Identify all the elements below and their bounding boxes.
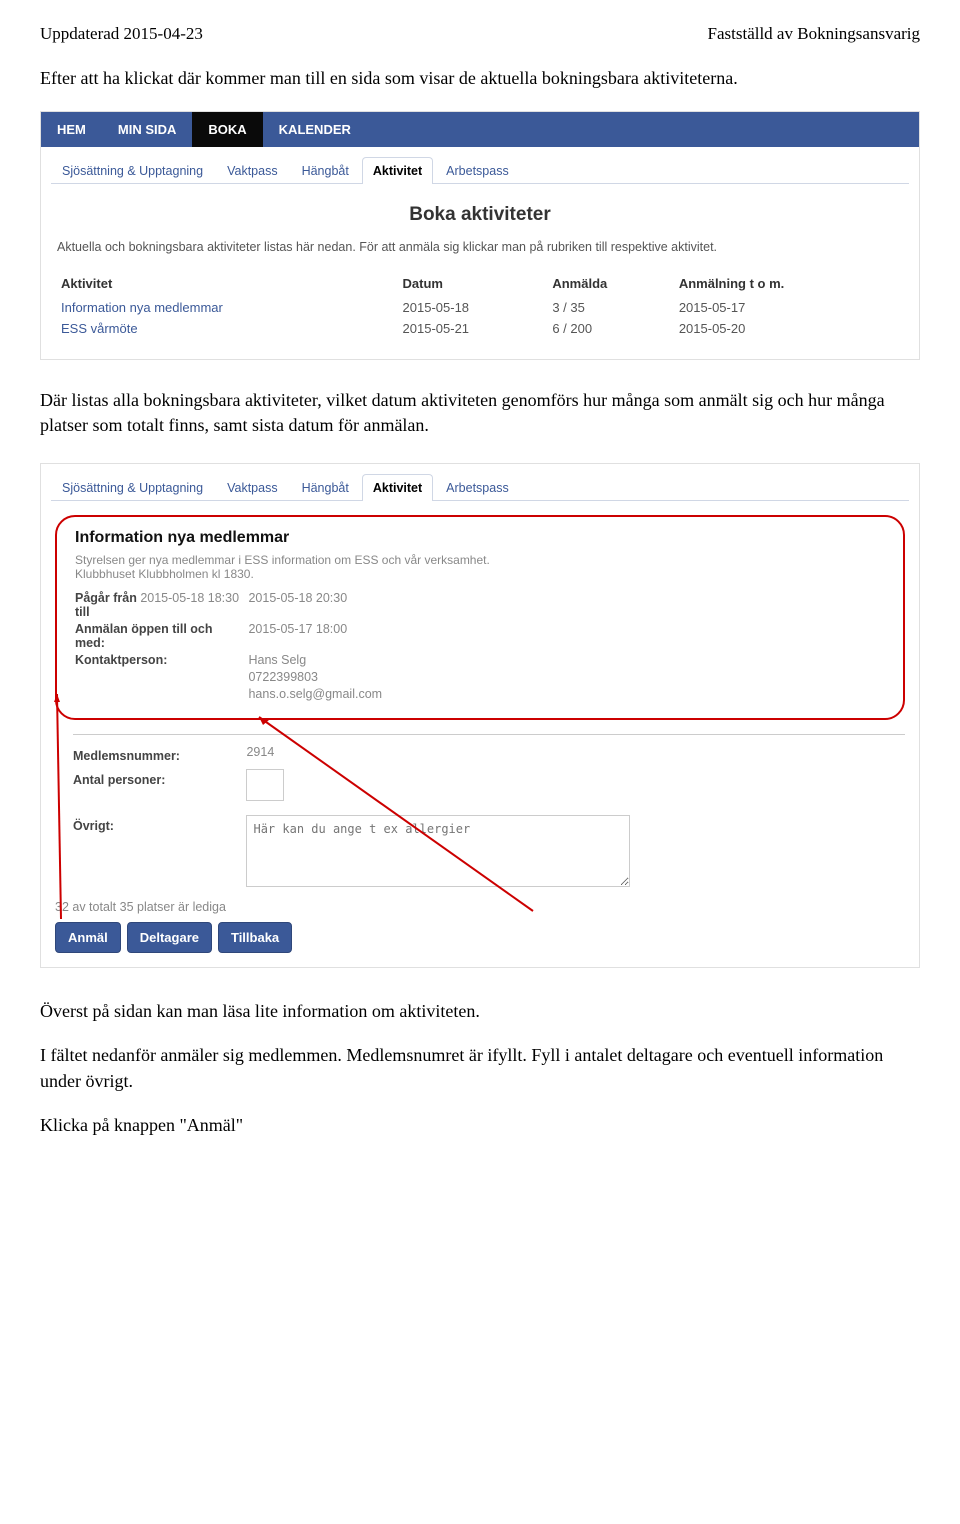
col-aktivitet: Aktivitet	[57, 270, 399, 297]
nav-book[interactable]: BOKA	[192, 112, 262, 147]
other-label: Övrigt:	[73, 815, 243, 833]
doc-updated: Uppdaterad 2015-04-23	[40, 24, 203, 44]
col-anmalning: Anmälning t o m.	[675, 270, 903, 297]
tab-vaktpass[interactable]: Vaktpass	[216, 474, 289, 501]
activity-desc: Styrelsen ger nya medlemmar i ESS inform…	[75, 553, 885, 581]
bottom-line1: Överst på sidan kan man läsa lite inform…	[40, 998, 920, 1024]
activity-table: Aktivitet Datum Anmälda Anmälning t o m.…	[57, 270, 903, 339]
cell-deadline: 2015-05-20	[675, 318, 903, 339]
mid-paragraph: Där listas alla bokningsbara aktiviteter…	[40, 388, 920, 438]
contact-email: hans.o.selg@gmail.com	[248, 687, 382, 701]
doc-right-header: Fastställd av Bokningsansvarig	[708, 24, 920, 44]
tab-arbetspass[interactable]: Arbetspass	[435, 157, 520, 184]
table-row: Information nya medlemmar 2015-05-18 3 /…	[57, 297, 903, 318]
signup-form: Medlemsnummer: 2914 Antal personer: Övri…	[73, 734, 905, 890]
contact-name: Hans Selg	[248, 653, 306, 667]
col-datum: Datum	[399, 270, 549, 297]
open-until-label: Anmälan öppen till och med:	[75, 622, 245, 650]
activity-detail-panel: Sjösättning & Upptagning Vaktpass Hängbå…	[40, 463, 920, 968]
cell-signed: 6 / 200	[548, 318, 674, 339]
persons-label: Antal personer:	[73, 769, 243, 787]
panel-title: Boka aktiviteter	[57, 204, 903, 226]
divider	[73, 734, 905, 735]
tab-arbetspass[interactable]: Arbetspass	[435, 474, 520, 501]
intro-paragraph: Efter att ha klickat där kommer man till…	[40, 66, 920, 91]
cell-deadline: 2015-05-17	[675, 297, 903, 318]
tab-sjoesattning[interactable]: Sjösättning & Upptagning	[51, 474, 214, 501]
col-anmalda: Anmälda	[548, 270, 674, 297]
panel-desc: Aktuella och bokningsbara aktiviteter li…	[57, 240, 903, 254]
sub-tabs-2: Sjösättning & Upptagning Vaktpass Hängbå…	[51, 474, 909, 501]
cell-date: 2015-05-21	[399, 318, 549, 339]
participants-button[interactable]: Deltagare	[127, 922, 212, 953]
bottom-line2: I fältet nedanför anmäler sig medlemmen.…	[40, 1042, 920, 1094]
other-textarea[interactable]	[246, 815, 630, 887]
open-until-value: 2015-05-17 18:00	[248, 622, 347, 636]
member-number-label: Medlemsnummer:	[73, 745, 243, 763]
tab-aktivitet[interactable]: Aktivitet	[362, 474, 433, 501]
persons-input[interactable]	[246, 769, 284, 801]
tab-vaktpass[interactable]: Vaktpass	[216, 157, 289, 184]
back-button[interactable]: Tillbaka	[218, 922, 292, 953]
nav-my-page[interactable]: MIN SIDA	[102, 112, 193, 147]
kv-row-label: Pågår från 2015-05-18 18:30 till	[75, 591, 245, 619]
tab-aktivitet[interactable]: Aktivitet	[362, 157, 433, 184]
tab-hangbat[interactable]: Hängbåt	[291, 157, 360, 184]
contact-label: Kontaktperson:	[75, 653, 245, 667]
kv-row-value: 2015-05-18 20:30	[248, 591, 347, 605]
contact-phone: 0722399803	[248, 670, 318, 684]
cell-signed: 3 / 35	[548, 297, 674, 318]
apply-button[interactable]: Anmäl	[55, 922, 121, 953]
tab-hangbat[interactable]: Hängbåt	[291, 474, 360, 501]
nav-home[interactable]: HEM	[41, 112, 102, 147]
activity-title: Information nya medlemmar	[75, 529, 885, 547]
seats-available: 32 av totalt 35 platser är lediga	[55, 900, 919, 914]
table-row: ESS vårmöte 2015-05-21 6 / 200 2015-05-2…	[57, 318, 903, 339]
sub-tabs: Sjösättning & Upptagning Vaktpass Hängbå…	[51, 157, 909, 184]
bottom-line3: Klicka på knappen "Anmäl"	[40, 1112, 920, 1138]
activity-link[interactable]: ESS vårmöte	[57, 318, 399, 339]
activity-link[interactable]: Information nya medlemmar	[57, 297, 399, 318]
main-nav: HEM MIN SIDA BOKA KALENDER	[41, 112, 919, 147]
info-highlight-box: Information nya medlemmar Styrelsen ger …	[55, 515, 905, 720]
booking-panel: HEM MIN SIDA BOKA KALENDER Sjösättning &…	[40, 111, 920, 360]
cell-date: 2015-05-18	[399, 297, 549, 318]
member-number-value: 2914	[246, 745, 274, 759]
nav-calendar[interactable]: KALENDER	[263, 112, 367, 147]
tab-sjoesattning[interactable]: Sjösättning & Upptagning	[51, 157, 214, 184]
